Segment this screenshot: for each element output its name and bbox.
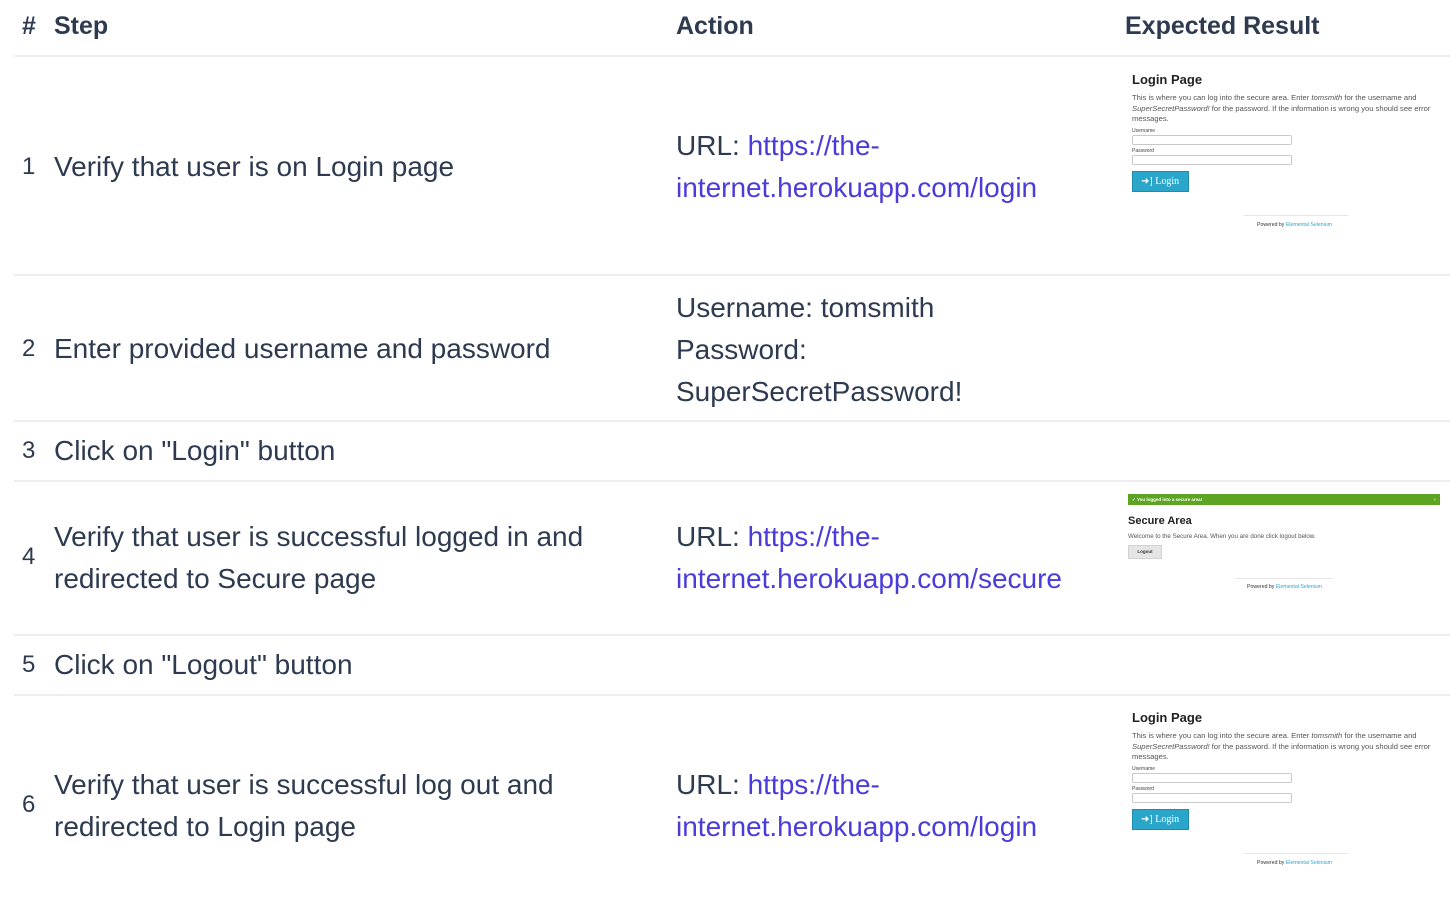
screenshot-description: This is where you can log into the secur… <box>1132 93 1431 124</box>
divider <box>14 634 1450 636</box>
divider <box>14 55 1450 57</box>
action-cell: URL: https://the-internet.herokuapp.com/… <box>676 125 1116 209</box>
action-cell: URL: https://the-internet.herokuapp.com/… <box>676 516 1116 600</box>
divider <box>14 480 1450 482</box>
screenshot-title: Login Page <box>1132 710 1203 725</box>
action-prefix: URL: <box>676 769 748 800</box>
username-label: Username <box>1132 765 1156 772</box>
password-field <box>1132 792 1292 803</box>
action-prefix: URL: <box>676 521 748 552</box>
divider <box>14 274 1450 276</box>
password-field <box>1132 154 1292 165</box>
login-page-screenshot: Login Page This is where you can log int… <box>1132 710 1448 870</box>
header-action: Action <box>676 12 754 40</box>
row-number: 5 <box>22 651 36 678</box>
username-field <box>1132 772 1292 783</box>
step-text: Verify that user is successful logged in… <box>54 521 584 594</box>
step-text: Click on "Login" button <box>54 435 336 466</box>
username-value: Username: tomsmith <box>676 292 935 323</box>
screenshot-description: Welcome to the Secure Area. When you are… <box>1128 533 1316 540</box>
login-button: ➜] Login <box>1132 170 1190 192</box>
username-label: Username <box>1132 127 1156 134</box>
footer-divider <box>1244 853 1348 854</box>
screenshot-title: Secure Area <box>1128 515 1192 527</box>
password-label: Password <box>1132 785 1154 792</box>
row-number: 1 <box>22 153 36 180</box>
divider <box>14 420 1450 422</box>
password-value: SuperSecretPassword! <box>676 376 963 407</box>
action-cell: URL: https://the-internet.herokuapp.com/… <box>676 764 1116 848</box>
row-number: 2 <box>22 335 36 362</box>
row-number: 3 <box>22 437 36 464</box>
close-icon: × <box>1433 497 1436 502</box>
screenshot-description: This is where you can log into the secur… <box>1132 731 1431 762</box>
action-prefix: URL: <box>676 130 748 161</box>
header-step: Step <box>54 12 109 40</box>
logout-button: Logout <box>1128 545 1162 559</box>
header-expected-result: Expected Result <box>1125 12 1320 40</box>
row-number: 6 <box>22 791 36 818</box>
action-cell: Username: tomsmith Password: SuperSecret… <box>676 287 1116 413</box>
username-field <box>1132 134 1292 145</box>
step-text: Enter provided username and password <box>54 333 551 364</box>
step-text: Verify that user is on Login page <box>54 151 455 182</box>
screenshot-title: Login Page <box>1132 72 1203 87</box>
login-page-screenshot: Login Page This is where you can log int… <box>1132 72 1448 232</box>
footer-divider <box>1244 215 1348 216</box>
secure-area-screenshot: ✓ You logged into a secure area! × Secure… <box>1128 494 1442 594</box>
password-label-text: Password: <box>676 334 807 365</box>
powered-by-footer: Powered by Elemental Selenium <box>1247 584 1322 590</box>
step-text: Click on "Logout" button <box>54 649 353 680</box>
row-number: 4 <box>22 543 36 570</box>
login-button: ➜] Login <box>1132 808 1190 830</box>
powered-by-footer: Powered by Elemental Selenium <box>1257 860 1332 866</box>
success-flash-message: ✓ You logged into a secure area! × <box>1128 494 1440 505</box>
divider <box>14 694 1450 696</box>
password-label: Password <box>1132 147 1154 154</box>
header-num: # <box>22 12 36 40</box>
step-text: Verify that user is successful log out a… <box>54 769 554 842</box>
powered-by-footer: Powered by Elemental Selenium <box>1257 222 1332 228</box>
footer-divider <box>1235 578 1333 579</box>
